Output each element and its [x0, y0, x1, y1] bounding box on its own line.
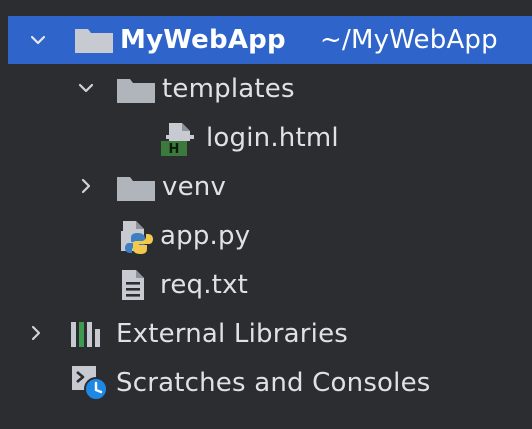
html-file-icon: H: [160, 121, 200, 157]
chevron-right-icon[interactable]: [26, 323, 46, 343]
tree-row-venv[interactable]: venv: [0, 162, 532, 211]
project-path: ~/MyWebApp: [320, 25, 498, 55]
tree-row-templates[interactable]: templates: [0, 64, 532, 113]
chevron-down-icon[interactable]: [76, 78, 96, 98]
tree-row-app-py[interactable]: app.py: [0, 211, 532, 260]
templates-label: templates: [162, 74, 295, 104]
app-py-label: app.py: [160, 221, 251, 251]
folder-icon: [116, 174, 156, 202]
folder-icon: [116, 76, 156, 104]
svg-text:H: H: [169, 142, 180, 157]
chevron-down-icon[interactable]: [28, 30, 48, 50]
project-name: MyWebApp: [120, 25, 286, 55]
tree-row-scratches-and-consoles[interactable]: Scratches and Consoles: [0, 358, 532, 407]
login-html-label: login.html: [206, 123, 339, 153]
project-tree: MyWebApp ~/MyWebApp templates H login.ht…: [0, 0, 532, 429]
tree-row-project-root[interactable]: MyWebApp ~/MyWebApp: [8, 16, 532, 64]
libraries-icon: [70, 319, 106, 349]
folder-icon: [74, 26, 114, 54]
chevron-right-icon[interactable]: [76, 176, 96, 196]
tree-row-external-libraries[interactable]: External Libraries: [0, 309, 532, 358]
text-file-icon: [120, 268, 146, 302]
scratches-icon: [70, 364, 110, 402]
venv-label: venv: [162, 172, 227, 202]
tree-row-login-html[interactable]: H login.html: [0, 113, 532, 162]
tree-row-req-txt[interactable]: req.txt: [0, 260, 532, 309]
python-file-icon: [120, 219, 158, 255]
external-libraries-label: External Libraries: [116, 319, 349, 349]
scratches-and-consoles-label: Scratches and Consoles: [116, 368, 431, 398]
req-txt-label: req.txt: [160, 270, 249, 300]
